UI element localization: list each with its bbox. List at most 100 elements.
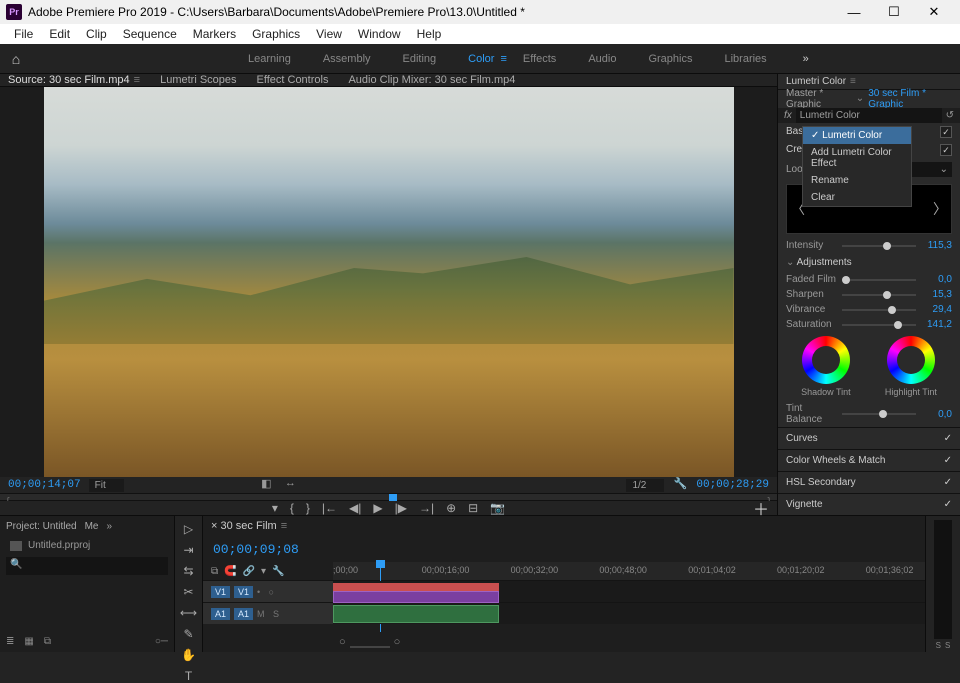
list-view-icon[interactable]: ≣ <box>6 636 14 647</box>
solo-left[interactable]: S <box>936 641 941 650</box>
timeline-ruler[interactable]: ;00;00 00;00;16;00 00;00;32;00 00;00;48;… <box>333 562 925 580</box>
thumbnail-view-icon[interactable]: ▦ <box>24 636 33 647</box>
look-next-button[interactable]: 〉 <box>933 199 947 219</box>
tab-source[interactable]: Source: 30 sec Film.mp4≡ <box>8 74 140 86</box>
home-icon[interactable]: ⌂ <box>0 51 32 67</box>
add-marker-button[interactable]: ▾ <box>272 501 278 515</box>
basic-checkbox[interactable]: ✓ <box>940 126 952 138</box>
workspace-graphics[interactable]: Graphics <box>632 53 708 65</box>
project-zoom-slider[interactable]: ○─ <box>155 636 168 647</box>
step-back-button[interactable]: ◀| <box>349 501 361 515</box>
tab-lumetri-scopes[interactable]: Lumetri Scopes <box>160 74 236 86</box>
selection-tool[interactable]: ▷ <box>181 522 197 536</box>
project-overflow-icon[interactable]: » <box>107 521 113 532</box>
tab-effect-controls[interactable]: Effect Controls <box>257 74 329 86</box>
go-to-out-button[interactable]: →| <box>419 501 434 515</box>
hand-tool[interactable]: ✋ <box>181 648 197 662</box>
menu-view[interactable]: View <box>308 25 350 43</box>
video-preview[interactable] <box>44 87 734 477</box>
menu-edit[interactable]: Edit <box>41 25 78 43</box>
audio-level-meter[interactable] <box>934 520 952 639</box>
section-vignette[interactable]: Vignette✓ <box>778 493 960 515</box>
overwrite-button[interactable]: ⊟ <box>468 501 478 515</box>
button-editor-icon[interactable]: ＋ <box>753 496 769 520</box>
clip-graphic[interactable] <box>333 583 499 591</box>
intensity-slider[interactable]: Intensity 115,3 <box>778 238 960 253</box>
saturation-slider[interactable]: Saturation 141,2 <box>778 317 960 332</box>
workspace-effects[interactable]: Effects <box>507 53 572 65</box>
timecode-out[interactable]: 00;00;28;29 <box>696 479 769 491</box>
track-header-v1[interactable]: V1 V1 • ○ <box>203 581 333 602</box>
slip-tool[interactable]: ⟷ <box>181 606 197 620</box>
mark-out-button[interactable]: } <box>306 501 310 515</box>
solo-right[interactable]: S <box>945 641 950 650</box>
clip-audio[interactable] <box>333 605 499 623</box>
workspace-editing[interactable]: Editing <box>387 53 453 65</box>
freeform-view-icon[interactable]: ⧉ <box>44 636 51 647</box>
breadcrumb-clip[interactable]: 30 sec Film * Graphic <box>868 88 952 110</box>
section-curves[interactable]: Curves✓ <box>778 427 960 449</box>
ripple-edit-tool[interactable]: ⇆ <box>181 564 197 578</box>
vibrance-slider[interactable]: Vibrance 29,4 <box>778 302 960 317</box>
fx-badge[interactable]: fx <box>784 110 792 121</box>
menu-window[interactable]: Window <box>350 25 409 43</box>
dd-item-rename[interactable]: Rename <box>803 172 911 189</box>
faded-film-slider[interactable]: Faded Film 0,0 <box>778 272 960 287</box>
play-button[interactable]: ▶ <box>373 501 382 515</box>
workspace-overflow-icon[interactable]: » <box>803 53 809 65</box>
timeline-timecode[interactable]: 00;00;09;08 <box>213 542 299 557</box>
sharpen-slider[interactable]: Sharpen 15,3 <box>778 287 960 302</box>
select-playback-res-icon[interactable]: ◧ <box>258 477 274 493</box>
linked-selection-icon[interactable]: 🔗 <box>243 566 255 577</box>
tab-media[interactable]: Me <box>85 521 99 532</box>
project-search-input[interactable]: 🔍 <box>6 557 168 575</box>
shadow-tint-wheel[interactable] <box>802 336 850 384</box>
adjustments-header[interactable]: Adjustments <box>778 253 960 272</box>
workspace-learning[interactable]: Learning <box>232 53 307 65</box>
settings-icon[interactable]: 🔧 <box>672 477 688 493</box>
workspace-audio[interactable]: Audio <box>572 53 632 65</box>
pen-tool[interactable]: ✎ <box>181 627 197 641</box>
highlight-tint-wheel[interactable] <box>887 336 935 384</box>
tint-balance-slider[interactable]: Tint Balance 0,0 <box>778 401 960 427</box>
workspace-assembly[interactable]: Assembly <box>307 53 387 65</box>
creative-checkbox[interactable]: ✓ <box>940 144 952 156</box>
step-forward-button[interactable]: |▶ <box>395 501 407 515</box>
workspace-libraries[interactable]: Libraries <box>708 53 782 65</box>
snap-icon[interactable]: 🧲 <box>224 566 236 577</box>
razor-tool[interactable]: ✂ <box>181 585 197 599</box>
source-ruler[interactable]: { } <box>0 493 777 501</box>
menu-clip[interactable]: Clip <box>78 25 115 43</box>
timeline-tab[interactable]: × 30 sec Film≡ <box>203 516 925 536</box>
marker-add-icon[interactable]: ▾ <box>261 566 266 577</box>
clip-video[interactable] <box>333 591 499 603</box>
dd-item-lumetri-color[interactable]: Lumetri Color <box>803 127 911 144</box>
tab-project[interactable]: Project: Untitled <box>6 521 77 532</box>
breadcrumb-master[interactable]: Master * Graphic <box>786 88 852 110</box>
mark-in-button[interactable]: { <box>290 501 294 515</box>
dd-item-clear[interactable]: Clear <box>803 189 911 206</box>
timeline-settings-icon[interactable]: 🔧 <box>272 566 284 577</box>
menu-help[interactable]: Help <box>409 25 450 43</box>
close-button[interactable]: ✕ <box>914 4 954 20</box>
type-tool[interactable]: T <box>181 669 197 683</box>
lumetri-effect-dropdown[interactable]: Lumetri Color <box>796 108 942 123</box>
section-hsl-secondary[interactable]: HSL Secondary✓ <box>778 471 960 493</box>
maximize-button[interactable]: ☐ <box>874 4 914 20</box>
export-frame-button[interactable]: 📷 <box>490 501 505 515</box>
zoom-fit-dropdown[interactable]: Fit <box>89 479 124 492</box>
menu-file[interactable]: File <box>6 25 41 43</box>
insert-button[interactable]: ⊕ <box>446 501 456 515</box>
track-v1-body[interactable] <box>333 581 925 602</box>
project-file-row[interactable]: Untitled.prproj <box>0 536 174 555</box>
menu-sequence[interactable]: Sequence <box>115 25 185 43</box>
track-select-tool[interactable]: ⇥ <box>181 543 197 557</box>
dd-item-add-lumetri[interactable]: Add Lumetri Color Effect <box>803 144 911 172</box>
section-color-wheels-match[interactable]: Color Wheels & Match✓ <box>778 449 960 471</box>
insert-frame-icon[interactable]: ↔ <box>282 477 298 493</box>
minimize-button[interactable]: — <box>834 5 874 20</box>
track-header-a1[interactable]: A1 A1 M S <box>203 603 333 624</box>
tab-audio-clip-mixer[interactable]: Audio Clip Mixer: 30 sec Film.mp4 <box>348 74 515 86</box>
track-a1-body[interactable] <box>333 603 925 624</box>
nest-icon[interactable]: ⧉ <box>211 566 218 577</box>
